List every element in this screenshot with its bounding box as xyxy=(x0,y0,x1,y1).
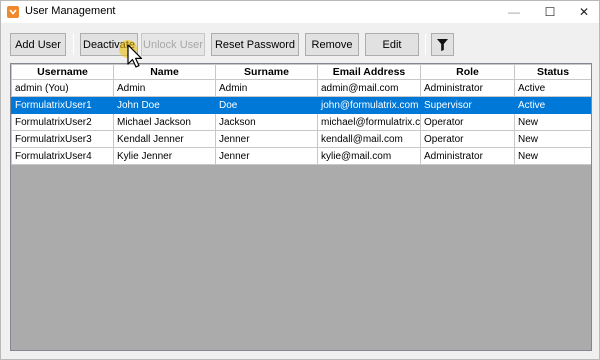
unlock-user-button[interactable]: Unlock User xyxy=(141,33,205,56)
cell-name: Kylie Jenner xyxy=(113,147,216,165)
cell-status: Active xyxy=(514,96,591,114)
table-row[interactable]: admin (You) Admin Admin admin@mail.com A… xyxy=(11,79,591,97)
toolbar-separator xyxy=(425,34,426,55)
cell-email: michael@formulatrix.com xyxy=(317,113,421,131)
cell-email: john@formulatrix.com xyxy=(317,96,421,114)
cell-username: FormulatrixUser1 xyxy=(11,96,114,114)
edit-button[interactable]: Edit xyxy=(365,33,419,56)
cell-name: Kendall Jenner xyxy=(113,130,216,148)
remove-button[interactable]: Remove xyxy=(305,33,359,56)
table-row-selected[interactable]: FormulatrixUser1 John Doe Doe john@formu… xyxy=(11,96,591,114)
reset-password-button[interactable]: Reset Password xyxy=(211,33,299,56)
cell-username: admin (You) xyxy=(11,79,114,97)
maximize-button[interactable]: ☐ xyxy=(533,1,567,23)
users-table: Username Name Surname Email Address Role… xyxy=(11,64,591,165)
cell-role: Supervisor xyxy=(420,96,515,114)
cell-surname: Admin xyxy=(215,79,318,97)
table-header-row: Username Name Surname Email Address Role… xyxy=(11,64,591,80)
cell-surname: Doe xyxy=(215,96,318,114)
minimize-button[interactable]: — xyxy=(497,1,531,23)
column-header-email[interactable]: Email Address xyxy=(317,64,421,80)
column-header-name[interactable]: Name xyxy=(113,64,216,80)
cell-username: FormulatrixUser3 xyxy=(11,130,114,148)
cell-email: kylie@mail.com xyxy=(317,147,421,165)
cell-name: John Doe xyxy=(113,96,216,114)
table-row[interactable]: FormulatrixUser2 Michael Jackson Jackson… xyxy=(11,113,591,131)
cell-role: Operator xyxy=(420,113,515,131)
title-bar[interactable]: User Management — ☐ ✕ xyxy=(1,1,599,23)
filter-icon xyxy=(437,38,448,51)
cell-surname: Jenner xyxy=(215,147,318,165)
add-user-button[interactable]: Add User xyxy=(10,33,66,56)
table-row[interactable]: FormulatrixUser3 Kendall Jenner Jenner k… xyxy=(11,130,591,148)
cell-role: Operator xyxy=(420,130,515,148)
cell-status: New xyxy=(514,147,591,165)
filter-button[interactable] xyxy=(431,33,454,56)
close-button[interactable]: ✕ xyxy=(567,1,600,23)
column-header-username[interactable]: Username xyxy=(11,64,114,80)
cell-status: New xyxy=(514,130,591,148)
deactivate-button[interactable]: Deactivate xyxy=(80,33,138,56)
cell-role: Administrator xyxy=(420,79,515,97)
cell-username: FormulatrixUser4 xyxy=(11,147,114,165)
toolbar: Add User Deactivate Unlock User Reset Pa… xyxy=(7,33,595,59)
cell-role: Administrator xyxy=(420,147,515,165)
users-grid[interactable]: Username Name Surname Email Address Role… xyxy=(10,63,592,351)
column-header-status[interactable]: Status xyxy=(514,64,591,80)
column-header-surname[interactable]: Surname xyxy=(215,64,318,80)
cell-email: admin@mail.com xyxy=(317,79,421,97)
column-header-role[interactable]: Role xyxy=(420,64,515,80)
app-icon xyxy=(7,6,19,18)
window-title: User Management xyxy=(25,5,116,17)
cell-username: FormulatrixUser2 xyxy=(11,113,114,131)
cell-email: kendall@mail.com xyxy=(317,130,421,148)
cell-status: Active xyxy=(514,79,591,97)
toolbar-separator xyxy=(73,34,74,55)
user-management-window: User Management — ☐ ✕ Add User Deactivat… xyxy=(0,0,600,360)
cell-status: New xyxy=(514,113,591,131)
cell-name: Michael Jackson xyxy=(113,113,216,131)
cell-surname: Jenner xyxy=(215,130,318,148)
cell-name: Admin xyxy=(113,79,216,97)
cell-surname: Jackson xyxy=(215,113,318,131)
table-row[interactable]: FormulatrixUser4 Kylie Jenner Jenner kyl… xyxy=(11,147,591,165)
